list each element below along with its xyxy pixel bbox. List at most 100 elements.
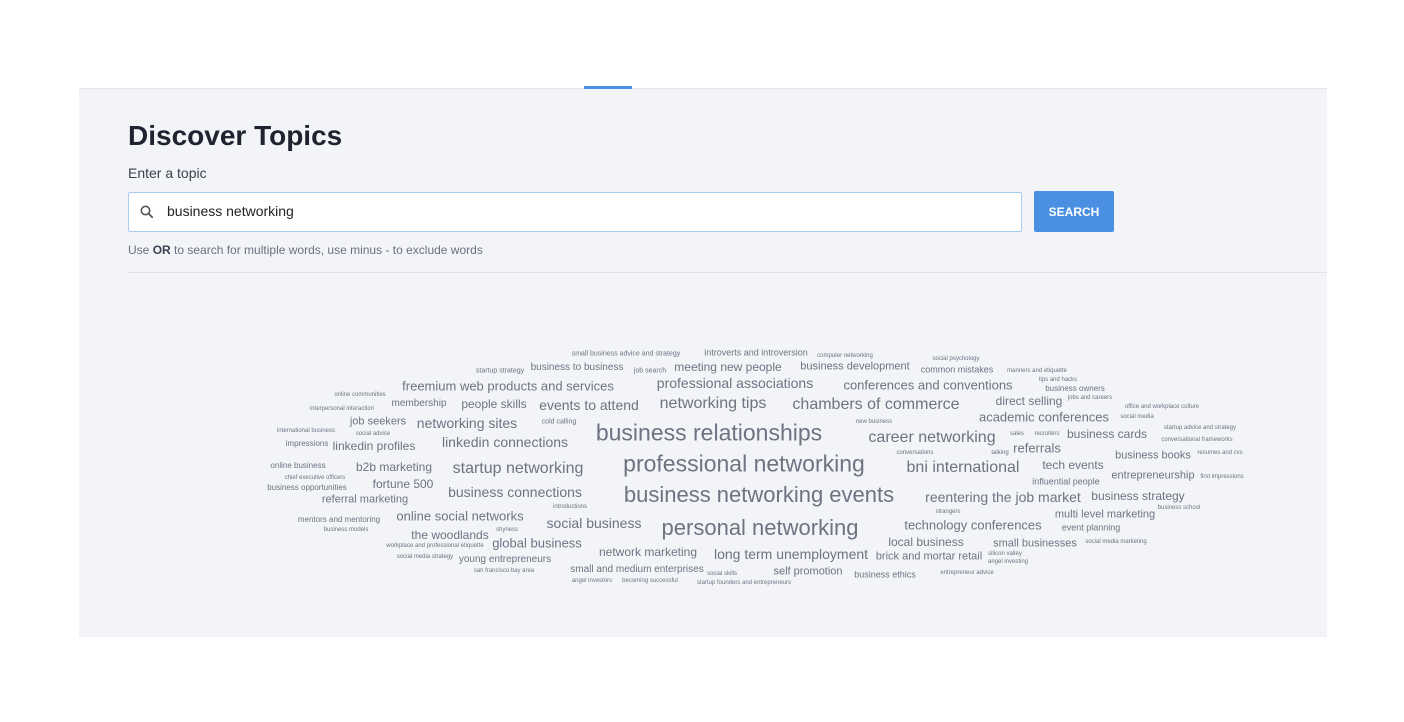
topic-word[interactable]: social skills (707, 571, 737, 577)
topic-word[interactable]: long term unemployment (714, 547, 868, 561)
topic-word[interactable]: business development (800, 361, 909, 373)
topic-word[interactable]: new business (856, 419, 892, 425)
topic-word[interactable]: chief executive officers (285, 475, 346, 481)
topic-word[interactable]: shyness (496, 527, 518, 533)
topic-word[interactable]: the woodlands (411, 529, 488, 541)
topic-word[interactable]: entrepreneur advice (940, 570, 993, 576)
topic-word[interactable]: introductions (553, 504, 587, 510)
topic-word[interactable]: linkedin connections (442, 435, 568, 449)
topic-word[interactable]: common mistakes (921, 365, 994, 375)
topic-word[interactable]: interpersonal interaction (310, 406, 374, 412)
topic-word[interactable]: cold calling (542, 419, 577, 426)
topic-word[interactable]: local business (888, 536, 963, 548)
topic-word[interactable]: chambers of commerce (792, 397, 959, 413)
topic-word[interactable]: office and workplace culture (1125, 404, 1199, 410)
topic-word[interactable]: international business (277, 428, 335, 434)
topic-word[interactable]: referral marketing (322, 494, 408, 506)
topic-word[interactable]: personal networking (662, 517, 859, 539)
topic-word[interactable]: online communities (334, 392, 385, 398)
topic-word[interactable]: small businesses (993, 538, 1077, 550)
topic-word[interactable]: social advice (356, 431, 390, 437)
topic-word[interactable]: people skills (461, 398, 526, 410)
topic-word[interactable]: social media marketing (1085, 539, 1146, 545)
topic-word[interactable]: business school (1158, 505, 1201, 511)
topic-word[interactable]: silicon valley (988, 551, 1022, 557)
topic-word[interactable]: business cards (1067, 428, 1147, 440)
topic-word[interactable]: multi level marketing (1055, 509, 1155, 521)
topic-word[interactable]: direct selling (996, 395, 1063, 407)
topic-word[interactable]: networking sites (417, 416, 517, 430)
topic-word[interactable]: technology conferences (904, 519, 1041, 532)
topic-word[interactable]: manners and etiquette (1007, 368, 1067, 374)
topic-word[interactable]: networking tips (660, 396, 767, 412)
topic-word[interactable]: impressions (286, 440, 329, 448)
topic-word[interactable]: conversational frameworks (1161, 437, 1232, 443)
topic-word[interactable]: membership (391, 399, 446, 409)
topic-word[interactable]: influential people (1032, 477, 1100, 487)
topic-word[interactable]: workplace and professional etiquette (386, 543, 483, 549)
topic-word[interactable]: business books (1115, 450, 1191, 462)
topic-word[interactable]: self promotion (773, 566, 842, 578)
topic-word[interactable]: social business (547, 516, 642, 530)
topic-word[interactable]: linkedin profiles (333, 440, 416, 452)
topic-word[interactable]: career networking (868, 430, 995, 446)
topic-word[interactable]: strangers (935, 509, 960, 515)
topic-word[interactable]: startup advice and strategy (1164, 425, 1236, 431)
topic-word[interactable]: job seekers (350, 416, 406, 428)
topic-word[interactable]: sales (1010, 431, 1024, 437)
topic-word[interactable]: social media (1120, 414, 1153, 420)
topic-word[interactable]: business networking events (624, 484, 894, 506)
topic-word[interactable]: tips and hacks (1039, 377, 1077, 383)
topic-word[interactable]: network marketing (599, 546, 697, 558)
topic-word[interactable]: job search (634, 368, 666, 375)
topic-word[interactable]: talking (991, 450, 1008, 456)
topic-word[interactable]: academic conferences (979, 411, 1109, 424)
topic-word[interactable]: professional associations (657, 376, 813, 390)
topic-word[interactable]: business opportunities (267, 484, 347, 492)
topic-word[interactable]: business strategy (1091, 490, 1184, 502)
topic-word[interactable]: freemium web products and services (402, 380, 614, 393)
topic-word[interactable]: first impressions (1200, 474, 1243, 480)
topic-word[interactable]: computer networking (817, 353, 873, 359)
topic-word[interactable]: fortune 500 (373, 478, 434, 490)
topic-word[interactable]: social media strategy (397, 554, 453, 560)
topic-word[interactable]: recruiters (1034, 431, 1059, 437)
topic-word[interactable]: san francisco bay area (474, 568, 534, 574)
topic-word[interactable]: young entrepreneurs (459, 555, 551, 565)
topic-word[interactable]: b2b marketing (356, 461, 432, 473)
topic-word[interactable]: reentering the job market (925, 490, 1081, 504)
topic-word[interactable]: resumes and cvs (1197, 450, 1242, 456)
topic-word[interactable]: startup strategy (476, 368, 524, 375)
topic-word[interactable]: events to attend (539, 398, 639, 412)
topic-word[interactable]: conferences and conventions (843, 379, 1012, 392)
topic-word[interactable]: professional networking (623, 452, 865, 476)
topic-word[interactable]: jobs and careers (1068, 395, 1112, 401)
topic-word[interactable]: social psychology (932, 356, 979, 362)
topic-word[interactable]: entrepreneurship (1111, 470, 1194, 482)
topic-word[interactable]: becoming successful (622, 578, 678, 584)
topic-word[interactable]: small business advice and strategy (572, 351, 681, 358)
topic-word[interactable]: online social networks (396, 510, 523, 523)
topic-word[interactable]: business connections (448, 485, 582, 499)
topic-word[interactable]: global business (492, 537, 582, 550)
topic-word[interactable]: brick and mortar retail (876, 551, 982, 563)
topic-word[interactable]: startup founders and entrepreneurs (697, 580, 791, 586)
topic-word[interactable]: small and medium enterprises (570, 565, 703, 575)
topic-word[interactable]: business ethics (854, 570, 916, 580)
topic-word[interactable]: business owners (1045, 385, 1105, 393)
topic-word[interactable]: startup networking (453, 461, 584, 477)
topic-word[interactable]: tech events (1042, 459, 1103, 471)
topic-word[interactable]: business to business (531, 363, 624, 373)
topic-word[interactable]: bni international (907, 460, 1020, 476)
topic-word[interactable]: angel investing (988, 559, 1028, 565)
topic-word[interactable]: meeting new people (674, 361, 781, 373)
topic-word[interactable]: business models (324, 527, 369, 533)
topic-word[interactable]: business relationships (596, 421, 822, 445)
topic-word[interactable]: mentors and mentoring (298, 516, 380, 524)
topic-word[interactable]: conversations (896, 450, 933, 456)
topic-word[interactable]: angel investors (572, 578, 612, 584)
topic-word[interactable]: online business (270, 462, 325, 470)
topic-word[interactable]: referrals (1013, 442, 1061, 455)
topic-word[interactable]: introverts and introversion (704, 348, 808, 358)
topic-word[interactable]: event planning (1062, 523, 1121, 533)
